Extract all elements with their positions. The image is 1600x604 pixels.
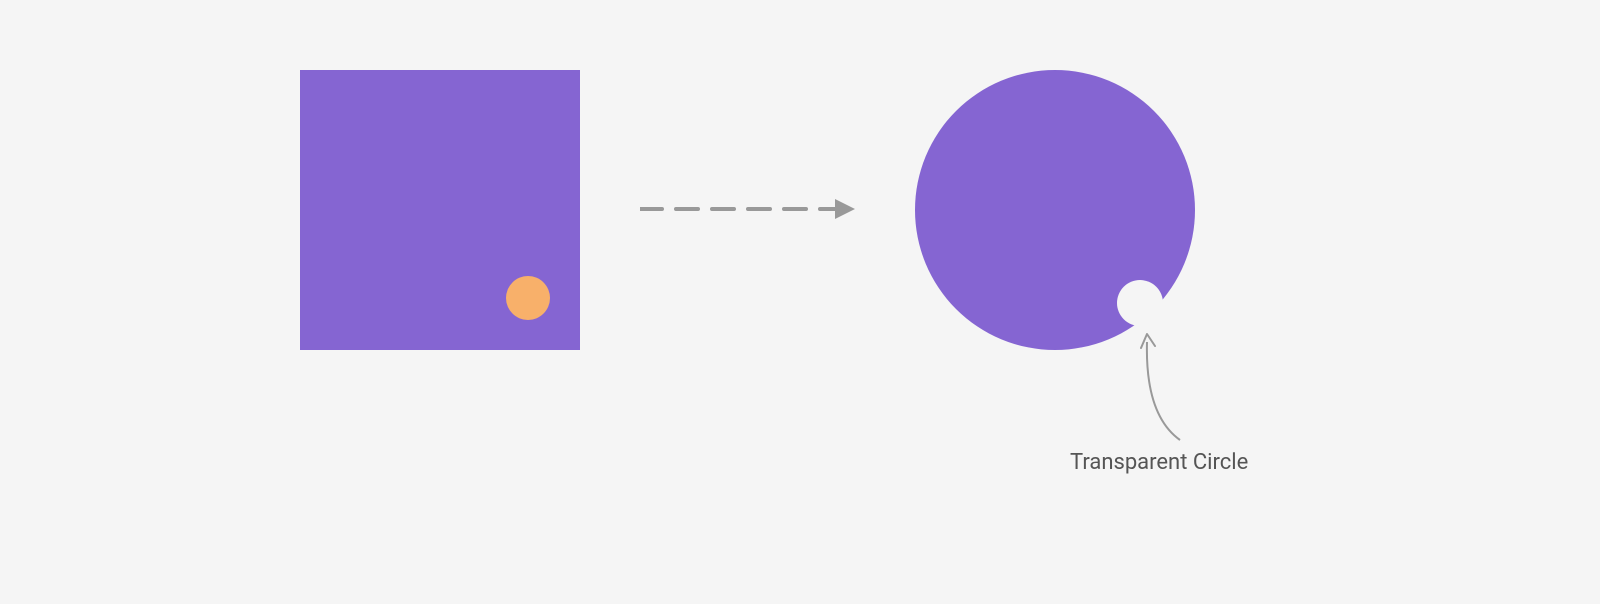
dashed-arrow-icon: [640, 194, 860, 224]
annotation-arrow-icon: [1135, 330, 1195, 445]
annotation-label: Transparent Circle: [1070, 450, 1248, 475]
transparent-cutout: [1117, 280, 1163, 326]
orange-dot: [506, 276, 550, 320]
circle-shape: [915, 70, 1195, 350]
square-shape: [300, 70, 580, 350]
